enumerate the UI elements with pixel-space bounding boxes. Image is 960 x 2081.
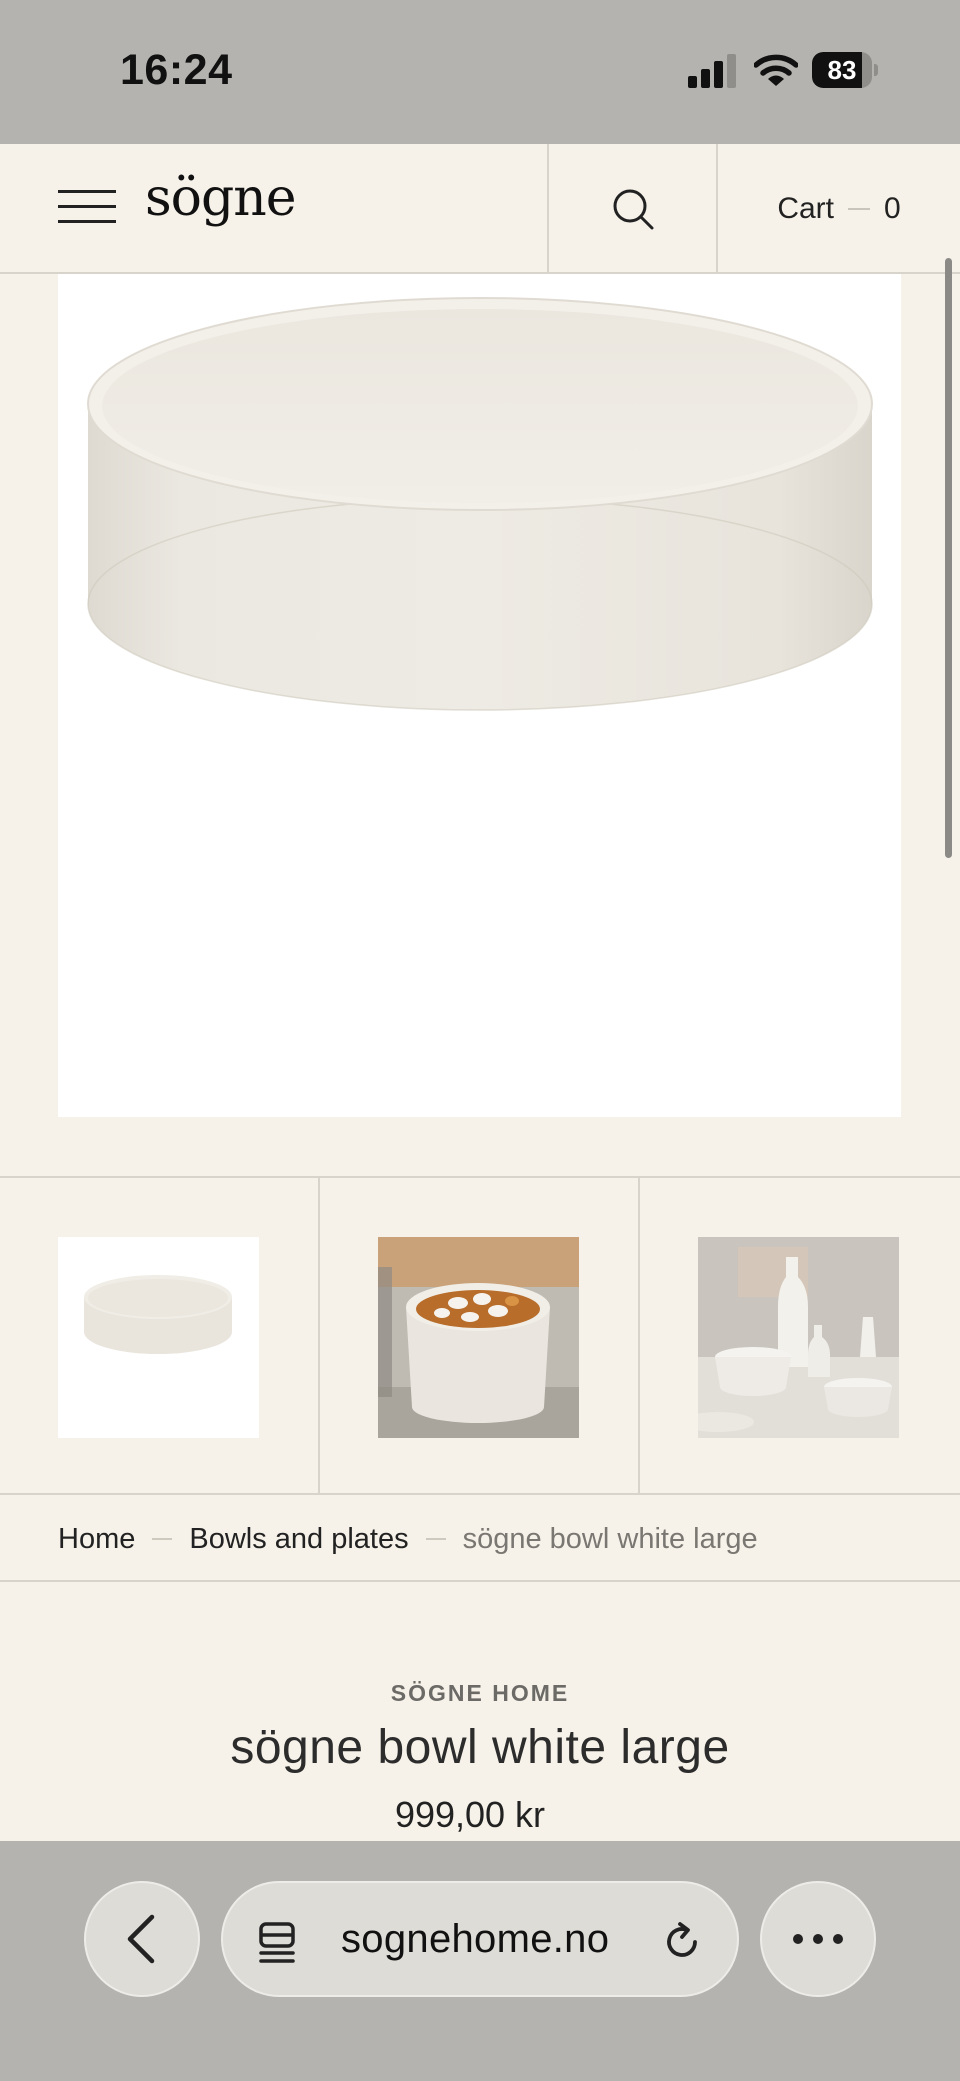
tabs-icon xyxy=(259,1922,295,1963)
cart-label: Cart xyxy=(777,192,834,225)
thumbnail-tableware-image xyxy=(698,1237,899,1438)
url-text: sognehome.no xyxy=(341,1917,610,1961)
breadcrumb-home[interactable]: Home xyxy=(58,1523,135,1556)
battery-icon: 83 xyxy=(812,52,878,88)
wifi-icon xyxy=(754,54,798,86)
breadcrumb-separator xyxy=(425,1538,446,1540)
address-bar[interactable]: sognehome.no xyxy=(221,1881,739,1997)
more-button[interactable] xyxy=(760,1881,876,1997)
more-dots-icon xyxy=(793,1934,843,1944)
breadcrumb-divider xyxy=(0,1580,960,1582)
product-brand[interactable]: SÖGNE HOME xyxy=(0,1680,960,1707)
cart-count: 0 xyxy=(884,192,901,225)
reload-icon[interactable] xyxy=(661,1921,703,1963)
thumbnail-bowl-with-food-image xyxy=(378,1237,579,1438)
thumbnail-bowl-image xyxy=(58,1237,259,1438)
breadcrumb-current: sögne bowl white large xyxy=(462,1522,758,1555)
breadcrumb: Home Bowls and plates sögne bowl white l… xyxy=(58,1497,758,1581)
product-title: sögne bowl white large xyxy=(230,1721,730,1774)
breadcrumb-separator xyxy=(152,1538,173,1540)
hamburger-menu-icon xyxy=(58,190,116,193)
scroll-indicator[interactable] xyxy=(945,258,952,858)
site-header: sögne Cart 0 xyxy=(0,144,960,274)
white-bowl-illustration xyxy=(87,297,873,711)
status-bar: 16:24 83 xyxy=(0,0,960,144)
cart-separator xyxy=(848,208,870,210)
back-button[interactable] xyxy=(84,1881,200,1997)
breadcrumb-bowls-and-plates[interactable]: Bowls and plates xyxy=(189,1523,408,1556)
cart-button[interactable]: Cart 0 xyxy=(718,144,960,274)
search-button[interactable] xyxy=(549,144,716,274)
battery-level: 83 xyxy=(827,55,857,85)
site-logo[interactable]: sögne xyxy=(145,168,297,228)
menu-button[interactable] xyxy=(58,184,118,228)
browser-toolbar: sognehome.no xyxy=(0,1841,960,2081)
product-price: 999,00 kr xyxy=(394,1794,546,1835)
thumbnail-3[interactable] xyxy=(640,1178,960,1493)
thumbnail-strip xyxy=(0,1176,960,1495)
cellular-signal-icon xyxy=(688,54,736,88)
thumbnail-1[interactable] xyxy=(0,1178,320,1493)
status-time: 16:24 xyxy=(120,46,233,94)
thumbnail-2[interactable] xyxy=(320,1178,640,1493)
search-icon xyxy=(613,189,653,230)
chevron-left-icon xyxy=(127,1914,155,1964)
product-main-image[interactable] xyxy=(58,274,901,1117)
